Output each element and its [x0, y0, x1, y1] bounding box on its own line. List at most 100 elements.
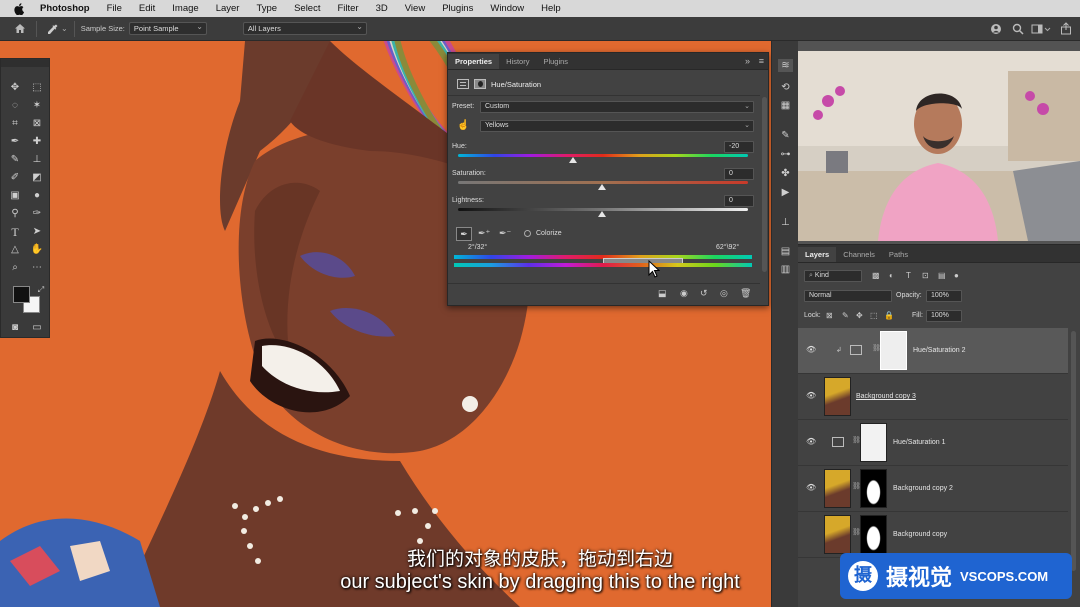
- history-brush-icon[interactable]: ✐: [7, 171, 23, 185]
- visibility-eye-icon[interactable]: 👁: [806, 484, 816, 492]
- history-panel-icon[interactable]: ⟲: [778, 81, 793, 94]
- colorize-checkbox[interactable]: [524, 230, 531, 237]
- hue-input[interactable]: -20: [724, 141, 754, 153]
- add-to-sample-eyedropper-icon[interactable]: ✒⁺: [478, 228, 492, 240]
- layer-thumbnail[interactable]: [824, 377, 851, 416]
- tab-plugins[interactable]: Plugins: [536, 54, 575, 69]
- tab-paths[interactable]: Paths: [882, 247, 915, 262]
- quick-mask-icon[interactable]: ◙: [7, 321, 23, 335]
- libraries-panel-icon[interactable]: ▦: [778, 99, 793, 112]
- menu-layer[interactable]: Layer: [216, 3, 240, 14]
- menu-select[interactable]: Select: [294, 3, 320, 14]
- brush-tool-icon[interactable]: ✎: [7, 153, 23, 167]
- visibility-icon[interactable]: ◎: [720, 288, 732, 299]
- pen-tool-icon[interactable]: ✑: [29, 207, 45, 221]
- shape-tool-icon[interactable]: △: [7, 243, 23, 257]
- layers-scrollbar[interactable]: [1071, 331, 1076, 571]
- actions-panel-icon[interactable]: ▶: [778, 186, 793, 199]
- workspace-icon[interactable]: [1031, 23, 1051, 35]
- swap-colors-icon[interactable]: ⤢: [33, 283, 49, 297]
- targeted-adjustment-hand-icon[interactable]: ☝: [457, 120, 469, 132]
- clone-stamp-icon[interactable]: ⊥: [29, 153, 45, 167]
- crop-tool-icon[interactable]: ⌗: [7, 117, 23, 131]
- clip-to-layer-icon[interactable]: ⬓: [658, 288, 670, 299]
- apple-logo-icon[interactable]: [14, 2, 28, 15]
- marquee-tool-icon[interactable]: ⬚: [29, 81, 45, 95]
- properties-panel-icon[interactable]: ≋: [778, 59, 793, 72]
- menu-edit[interactable]: Edit: [139, 3, 155, 14]
- color-panel-icon[interactable]: ✤: [778, 167, 793, 180]
- tab-properties[interactable]: Properties: [448, 54, 500, 69]
- lock-position-icon[interactable]: ✥: [856, 311, 863, 320]
- filter-adjustment-icon[interactable]: ◐: [889, 271, 894, 280]
- type-tool-icon[interactable]: T: [7, 225, 23, 239]
- saturation-input[interactable]: 0: [724, 168, 754, 180]
- menu-app-name[interactable]: Photoshop: [40, 3, 90, 14]
- lasso-tool-icon[interactable]: ◌: [7, 99, 23, 113]
- visibility-eye-icon[interactable]: 👁: [806, 346, 816, 354]
- visibility-eye-icon[interactable]: 👁: [806, 438, 816, 446]
- tab-history[interactable]: History: [499, 54, 536, 69]
- opacity-input[interactable]: 100%: [926, 290, 962, 302]
- lock-all-icon[interactable]: 🔒: [884, 311, 894, 320]
- blur-tool-icon[interactable]: ●: [29, 189, 45, 203]
- search-icon[interactable]: [1012, 23, 1024, 35]
- layer-name[interactable]: Hue/Saturation 1: [893, 439, 946, 446]
- filter-shape-icon[interactable]: ⊡: [922, 271, 929, 280]
- sample-eyedropper-icon[interactable]: ✒: [456, 227, 472, 241]
- menu-file[interactable]: File: [107, 3, 122, 14]
- magic-wand-icon[interactable]: ✶: [29, 99, 45, 113]
- hue-slider-track[interactable]: [458, 154, 748, 157]
- reset-icon[interactable]: ↺: [700, 288, 712, 299]
- menu-help[interactable]: Help: [541, 3, 561, 14]
- preset-select[interactable]: Custom ⌄: [480, 101, 754, 113]
- collapse-panel-icon[interactable]: »: [745, 56, 750, 66]
- layer-mask-thumbnail[interactable]: [860, 469, 887, 508]
- menu-image[interactable]: Image: [172, 3, 198, 14]
- lightness-slider-thumb[interactable]: [598, 211, 606, 217]
- eyedropper-tool-icon[interactable]: [47, 23, 59, 35]
- layer-name[interactable]: Background copy 2: [893, 485, 953, 492]
- lightness-input[interactable]: 0: [724, 195, 754, 207]
- saturation-slider-thumb[interactable]: [598, 184, 606, 190]
- tab-channels[interactable]: Channels: [836, 247, 882, 262]
- sample-layers-select[interactable]: All Layers: [242, 21, 367, 35]
- menu-window[interactable]: Window: [490, 3, 524, 14]
- home-icon[interactable]: [14, 23, 26, 34]
- tools-panel-grip[interactable]: [1, 59, 49, 67]
- navigator-panel-icon[interactable]: ▤: [778, 245, 793, 258]
- layer-mask-thumbnail[interactable]: [860, 423, 887, 462]
- clone-source-panel-icon[interactable]: ⊥: [778, 216, 793, 229]
- more-tools-icon[interactable]: ⋯: [29, 261, 45, 275]
- layer-row[interactable]: 👁 ⛓ Hue/Saturation 1: [798, 420, 1068, 466]
- filter-smart-object-icon[interactable]: ▤: [938, 271, 946, 280]
- sample-size-select[interactable]: Point Sample: [128, 21, 207, 35]
- layer-row[interactable]: 👁 Background copy 3: [798, 374, 1068, 420]
- foreground-color-swatch[interactable]: [13, 286, 30, 303]
- adjustments-panel-icon[interactable]: ⊶: [778, 148, 793, 161]
- lock-transparency-icon[interactable]: ⊠: [826, 311, 833, 320]
- lock-artboard-icon[interactable]: ⬚: [870, 311, 878, 320]
- notes-panel-icon[interactable]: ▥: [778, 263, 793, 276]
- menu-3d[interactable]: 3D: [376, 3, 388, 14]
- layer-thumbnail[interactable]: [824, 469, 851, 508]
- subtract-from-sample-eyedropper-icon[interactable]: ✒⁻: [499, 228, 513, 240]
- trash-icon[interactable]: 🗑: [740, 288, 752, 299]
- layer-filter-select[interactable]: ⌕ Kind: [804, 270, 862, 282]
- screen-mode-icon[interactable]: ▭: [29, 321, 45, 335]
- menu-filter[interactable]: Filter: [337, 3, 358, 14]
- blend-mode-select[interactable]: Normal: [804, 290, 892, 302]
- menu-plugins[interactable]: Plugins: [442, 3, 473, 14]
- layer-row[interactable]: 👁 ⛓ Background copy 2: [798, 466, 1068, 512]
- dodge-tool-icon[interactable]: ⚲: [7, 207, 23, 221]
- properties-scrollbar[interactable]: [762, 97, 767, 272]
- hand-tool-icon[interactable]: ✋: [29, 243, 45, 257]
- layer-mask-thumbnail[interactable]: [880, 331, 907, 370]
- tool-preset-chevron-icon[interactable]: ⌄: [61, 24, 68, 33]
- visibility-eye-icon[interactable]: 👁: [806, 392, 816, 400]
- layer-name[interactable]: Hue/Saturation 2: [913, 347, 966, 354]
- filter-type-icon[interactable]: T: [906, 271, 911, 280]
- share-upload-icon[interactable]: [1060, 22, 1072, 35]
- layer-name[interactable]: Background copy 3: [856, 393, 916, 400]
- eyedropper-icon[interactable]: ✒: [7, 135, 23, 149]
